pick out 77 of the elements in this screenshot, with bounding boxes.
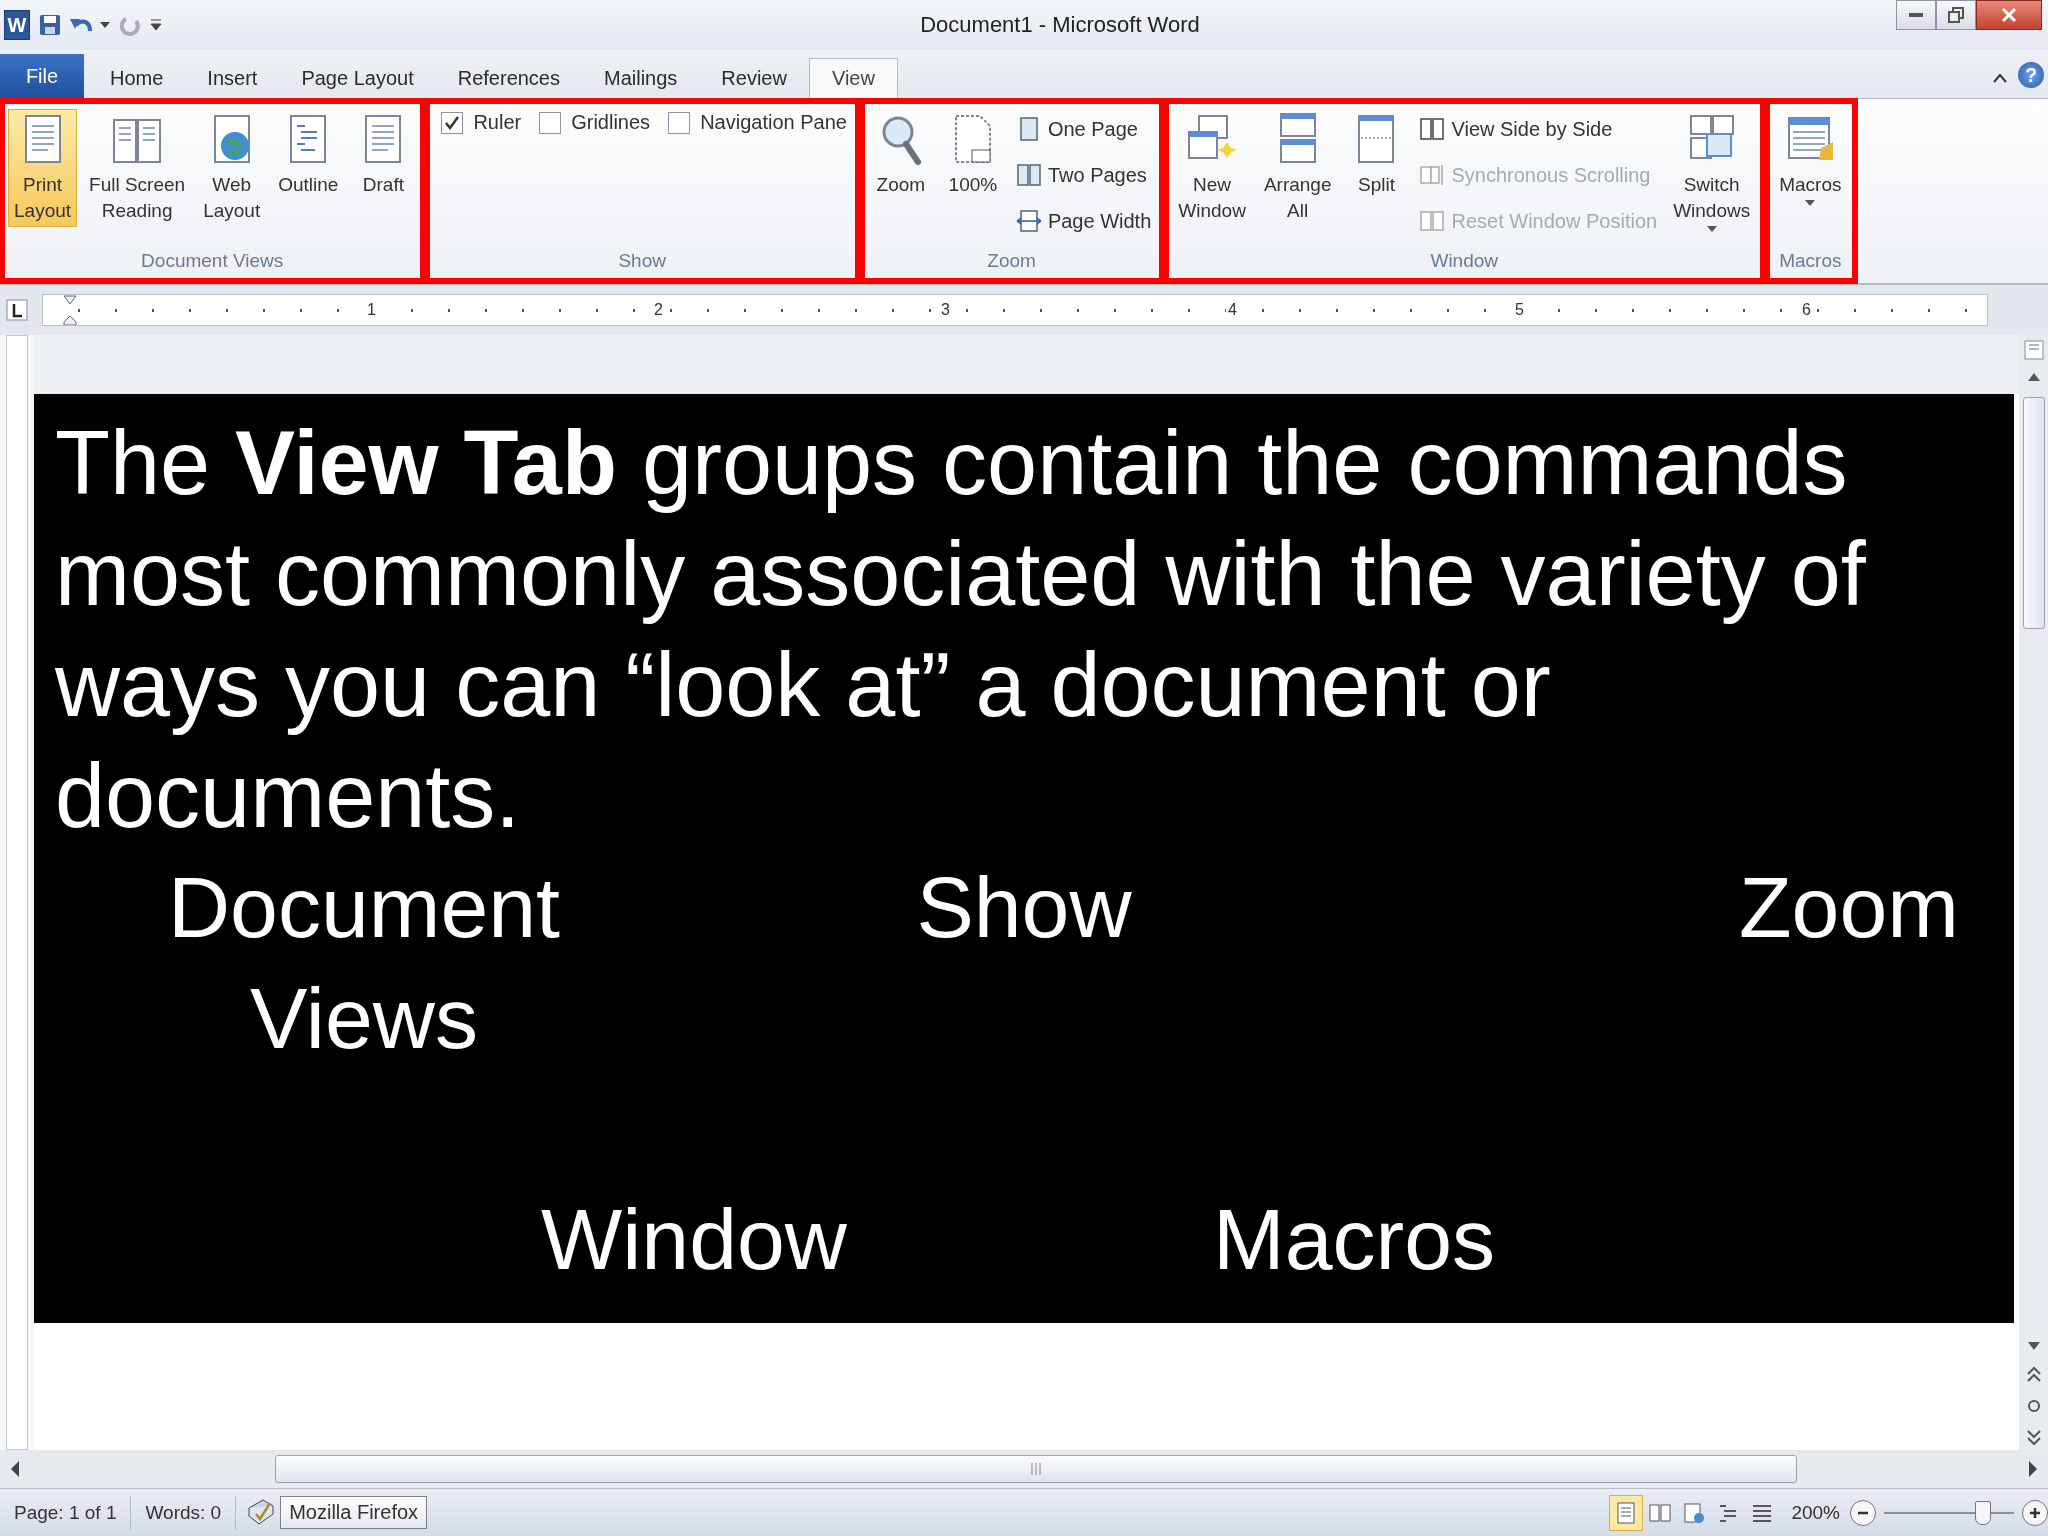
group-label: Window	[1429, 249, 1500, 273]
group-label: Zoom	[986, 249, 1037, 273]
close-button[interactable]	[1976, 0, 2042, 30]
page-count[interactable]: Page: 1 of 1	[0, 1495, 132, 1530]
grip-icon	[1030, 1462, 1042, 1476]
page-width-icon	[1015, 208, 1042, 234]
ribbon-tab[interactable]: Mailings	[582, 58, 700, 98]
indent-marker-icon	[63, 295, 77, 325]
ribbon-tab[interactable]: Page Layout	[279, 58, 436, 98]
web-layout-icon	[1682, 1500, 1707, 1525]
ribbon-button[interactable]: Draft	[350, 109, 417, 201]
ribbon-button[interactable]: Print Layout	[8, 109, 78, 227]
ribbon-tab[interactable]: Home	[88, 58, 186, 98]
scroll-thumb[interactable]	[2022, 397, 2045, 629]
ribbon-tab[interactable]: Review	[699, 58, 809, 98]
checkbox[interactable]: Navigation Pane	[668, 111, 847, 134]
zoom-in-button[interactable]	[2022, 1499, 2048, 1526]
ribbon-button[interactable]: Macros	[1773, 109, 1848, 209]
ribbon-button[interactable]: Switch Windows	[1667, 109, 1757, 235]
checkbox[interactable]: Ruler	[441, 111, 522, 134]
ribbon-button[interactable]: Page Width	[1015, 203, 1152, 239]
pages-icon	[1419, 208, 1446, 234]
slide-paragraph: The View Tab groups contain the commands most commonly associated with the variety of ways you can “look at” a document or documents.	[55, 412, 1867, 848]
scroll-thumb[interactable]	[275, 1455, 1797, 1483]
previous-page-icon	[2025, 1366, 2042, 1384]
ribbon-button[interactable]: 100%	[939, 109, 1006, 201]
minimize-icon	[1909, 13, 1923, 17]
checkmark-icon	[444, 114, 461, 131]
checkbox[interactable]: Gridlines	[539, 111, 651, 134]
word-count[interactable]: Words: 0	[131, 1495, 237, 1530]
ribbon-button[interactable]: Two Pages	[1015, 157, 1152, 193]
save-icon	[38, 13, 62, 37]
ribbon-button[interactable]: View Side by Side	[1419, 111, 1658, 147]
ribbon-tab[interactable]: View	[808, 58, 898, 98]
undo-icon	[70, 17, 92, 33]
view-button[interactable]	[1609, 1494, 1644, 1531]
app-icon[interactable]: W	[4, 10, 30, 40]
group-label: Document Views	[140, 249, 285, 273]
slide-label: Show	[915, 858, 1133, 957]
pages-icon	[1419, 162, 1446, 188]
zoom-out-button[interactable]	[1850, 1499, 1876, 1526]
ruler-toggle-icon	[2022, 339, 2045, 361]
ribbon-button[interactable]: Outline	[272, 109, 345, 201]
tooltip: Mozilla Firefox	[280, 1496, 428, 1529]
ribbon-button[interactable]: Split	[1343, 109, 1410, 201]
minimize-button[interactable]	[1896, 0, 1936, 30]
zoom-level[interactable]: 200%	[1791, 1501, 1840, 1524]
browse-object-icon	[2025, 1398, 2042, 1414]
ribbon-button[interactable]: One Page	[1015, 111, 1152, 147]
group-label: Macros	[1778, 249, 1843, 273]
ribbon-button[interactable]: Zoom	[867, 109, 934, 201]
pages-icon	[1419, 116, 1446, 142]
slide-label: Zoom	[1738, 858, 1960, 957]
caret-icon	[100, 22, 110, 28]
close-icon	[2000, 7, 2018, 23]
restore-icon	[1948, 7, 1964, 23]
next-page-icon	[2025, 1428, 2042, 1446]
slide-label: Window	[540, 1190, 848, 1289]
tab-stop-icon	[6, 299, 28, 321]
slide-label: Macros	[1212, 1190, 1496, 1289]
window-title: Document1 - Microsoft Word	[919, 12, 1201, 38]
ribbon-tab[interactable]: Insert	[185, 58, 280, 98]
group-label: Show	[617, 249, 667, 273]
restore-button[interactable]	[1936, 0, 1976, 30]
ribbon-button[interactable]: New Window	[1172, 109, 1252, 227]
ribbon-button[interactable]: Full Screen Reading	[83, 109, 192, 227]
file-tab[interactable]: File	[0, 54, 84, 98]
slider-thumb[interactable]	[1974, 1500, 1991, 1525]
ribbon-tab[interactable]: References	[435, 58, 582, 98]
pages-icon	[1015, 162, 1042, 188]
ribbon-button[interactable]: Arrange All	[1257, 109, 1338, 227]
scroll-up-icon	[2025, 371, 2042, 383]
scroll-down-icon	[2025, 1340, 2042, 1352]
plus-icon	[2028, 1505, 2042, 1520]
ribbon-button[interactable]: Web Layout	[197, 109, 267, 227]
slide-label: Document Views	[167, 858, 561, 1068]
scroll-right-icon	[2026, 1459, 2040, 1479]
